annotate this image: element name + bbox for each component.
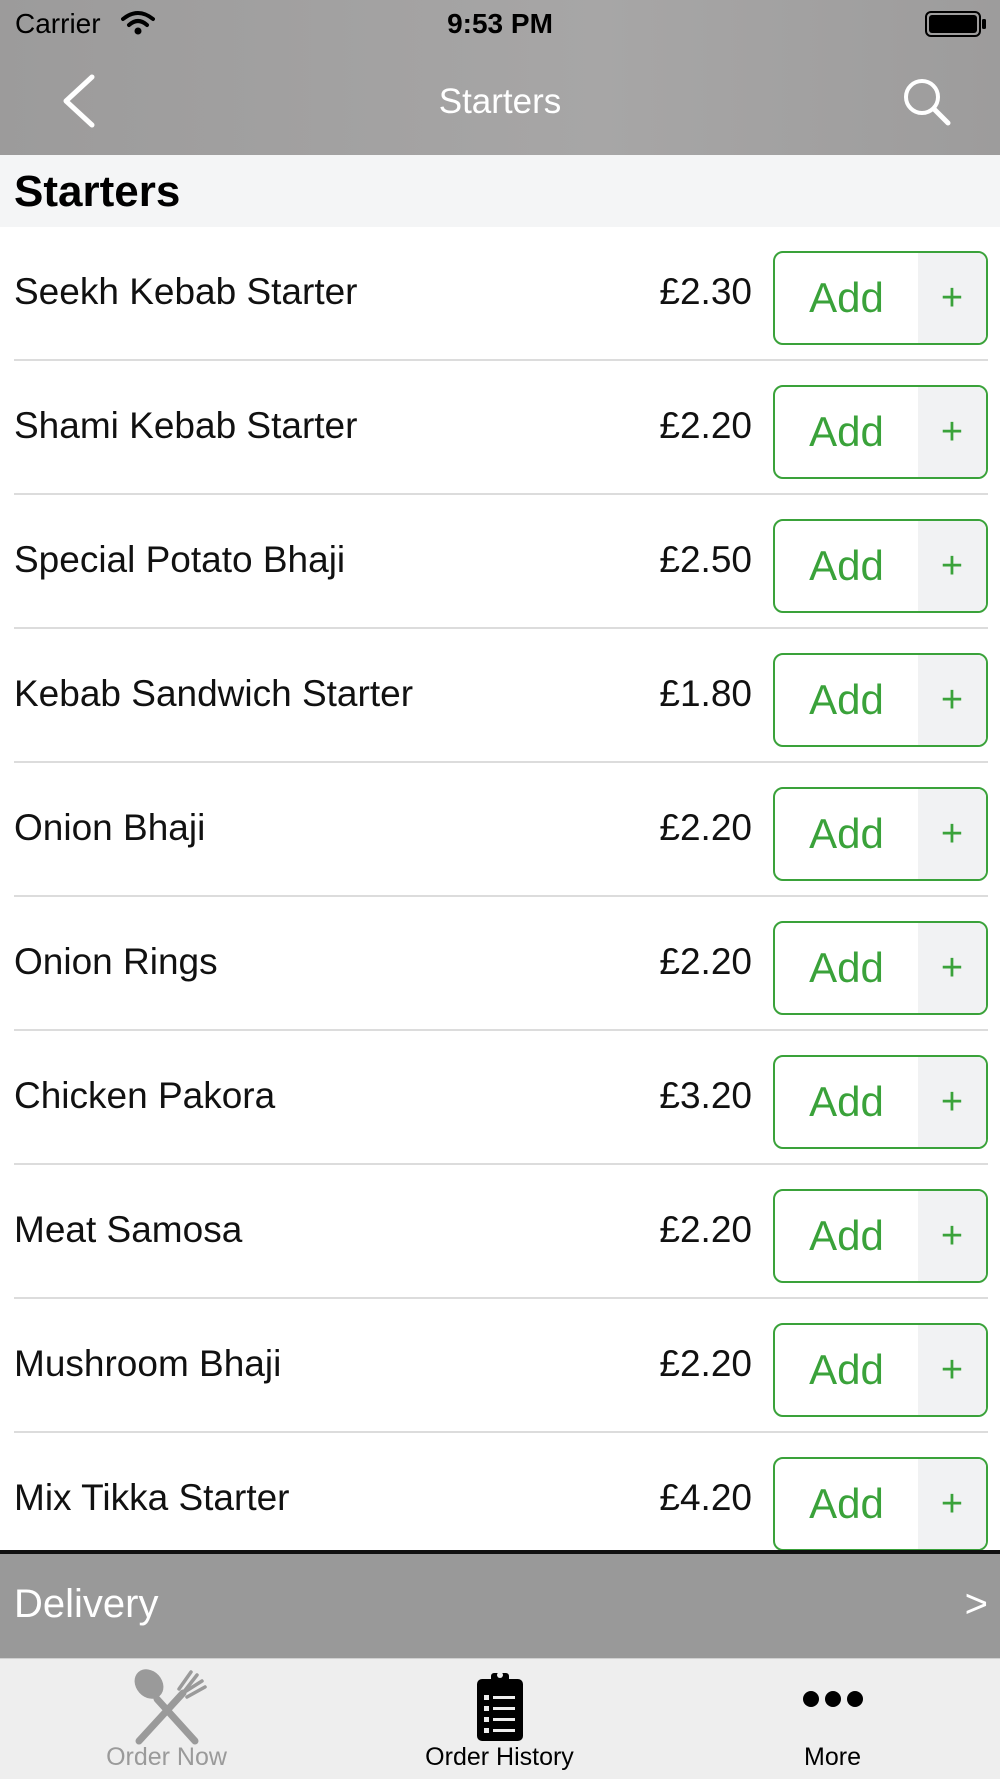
add-to-order-button[interactable]: Add + — [773, 653, 988, 747]
item-name: Onion Rings — [14, 941, 218, 982]
menu-item-row: Mix Tikka Starter £4.20 Add + — [0, 1433, 1000, 1550]
add-label: Add — [809, 274, 884, 321]
add-label: Add — [809, 1212, 884, 1259]
tab-more[interactable]: More — [666, 1659, 999, 1779]
app-header: Carrier 9:53 PM Starters — [0, 0, 1000, 155]
menu-item-row: Onion Rings £2.20 Add + — [0, 897, 1000, 1031]
item-name: Onion Bhaji — [14, 807, 206, 848]
plus-icon: + — [918, 1057, 986, 1147]
plus-icon: + — [918, 521, 986, 611]
menu-item-row: Mushroom Bhaji £2.20 Add + — [0, 1299, 1000, 1433]
plus-icon: + — [918, 387, 986, 477]
item-name: Special Potato Bhaji — [14, 539, 346, 580]
menu-item-row: Special Potato Bhaji £2.50 Add + — [0, 495, 1000, 629]
search-icon[interactable] — [900, 75, 954, 129]
add-to-order-button[interactable]: Add + — [773, 1055, 988, 1149]
chevron-right-icon: > — [964, 1582, 988, 1626]
item-name: Meat Samosa — [14, 1209, 243, 1250]
nav-title: Starters — [438, 82, 562, 121]
add-to-order-button[interactable]: Add + — [773, 385, 988, 479]
item-price: £2.20 — [659, 405, 752, 446]
section-header: Starters — [0, 155, 1000, 227]
more-dots-icon — [802, 1689, 864, 1714]
tab-label: Order Now — [106, 1743, 227, 1771]
add-to-order-button[interactable]: Add + — [773, 519, 988, 613]
item-price: £2.30 — [659, 271, 752, 312]
tab-bar: Order Now Order History More — [0, 1658, 1000, 1779]
item-price: £2.50 — [659, 539, 752, 580]
item-name: Chicken Pakora — [14, 1075, 276, 1116]
menu-item-row: Onion Bhaji £2.20 Add + — [0, 763, 1000, 897]
item-price: £2.20 — [659, 807, 752, 848]
item-name: Kebab Sandwich Starter — [14, 673, 414, 714]
clipboard-list-icon — [475, 1669, 525, 1748]
status-bar: Carrier 9:53 PM — [0, 0, 1000, 50]
tab-label: More — [804, 1743, 861, 1771]
item-name: Mix Tikka Starter — [14, 1477, 290, 1518]
item-name: Shami Kebab Starter — [14, 405, 358, 446]
plus-icon: + — [918, 1191, 986, 1281]
tab-label: Order History — [425, 1743, 574, 1771]
item-price: £2.20 — [659, 941, 752, 982]
add-label: Add — [809, 1480, 884, 1527]
item-name: Mushroom Bhaji — [14, 1343, 282, 1384]
battery-icon — [925, 11, 987, 42]
item-price: £4.20 — [659, 1477, 752, 1518]
navigation-bar: Starters — [0, 50, 1000, 155]
menu-item-list[interactable]: Seekh Kebab Starter £2.30 Add + Shami Ke… — [0, 227, 1000, 1550]
add-label: Add — [809, 1346, 884, 1393]
plus-icon: + — [918, 1459, 986, 1549]
add-label: Add — [809, 944, 884, 991]
add-to-order-button[interactable]: Add + — [773, 787, 988, 881]
item-name: Seekh Kebab Starter — [14, 271, 358, 312]
plus-icon: + — [918, 923, 986, 1013]
menu-item-row: Meat Samosa £2.20 Add + — [0, 1165, 1000, 1299]
delivery-bar[interactable]: Delivery > — [0, 1550, 1000, 1658]
plus-icon: + — [918, 1325, 986, 1415]
add-label: Add — [809, 408, 884, 455]
menu-item-row: Chicken Pakora £3.20 Add + — [0, 1031, 1000, 1165]
menu-item-row: Kebab Sandwich Starter £1.80 Add + — [0, 629, 1000, 763]
plus-icon: + — [918, 253, 986, 343]
tab-order-now[interactable]: Order Now — [0, 1659, 333, 1779]
menu-item-row: Seekh Kebab Starter £2.30 Add + — [0, 227, 1000, 361]
add-label: Add — [809, 676, 884, 723]
section-title: Starters — [14, 167, 181, 216]
plus-icon: + — [918, 655, 986, 745]
fork-knife-icon — [127, 1669, 207, 1750]
add-to-order-button[interactable]: Add + — [773, 1189, 988, 1283]
item-price: £1.80 — [659, 673, 752, 714]
item-price: £2.20 — [659, 1343, 752, 1384]
add-to-order-button[interactable]: Add + — [773, 1457, 988, 1550]
add-label: Add — [809, 542, 884, 589]
tab-order-history[interactable]: Order History — [333, 1659, 666, 1779]
add-label: Add — [809, 1078, 884, 1125]
add-to-order-button[interactable]: Add + — [773, 921, 988, 1015]
add-label: Add — [809, 810, 884, 857]
item-price: £2.20 — [659, 1209, 752, 1250]
item-price: £3.20 — [659, 1075, 752, 1116]
add-to-order-button[interactable]: Add + — [773, 1323, 988, 1417]
delivery-label: Delivery — [14, 1582, 159, 1626]
status-time: 9:53 PM — [447, 8, 553, 39]
menu-item-row: Shami Kebab Starter £2.20 Add + — [0, 361, 1000, 495]
plus-icon: + — [918, 789, 986, 879]
add-to-order-button[interactable]: Add + — [773, 251, 988, 345]
